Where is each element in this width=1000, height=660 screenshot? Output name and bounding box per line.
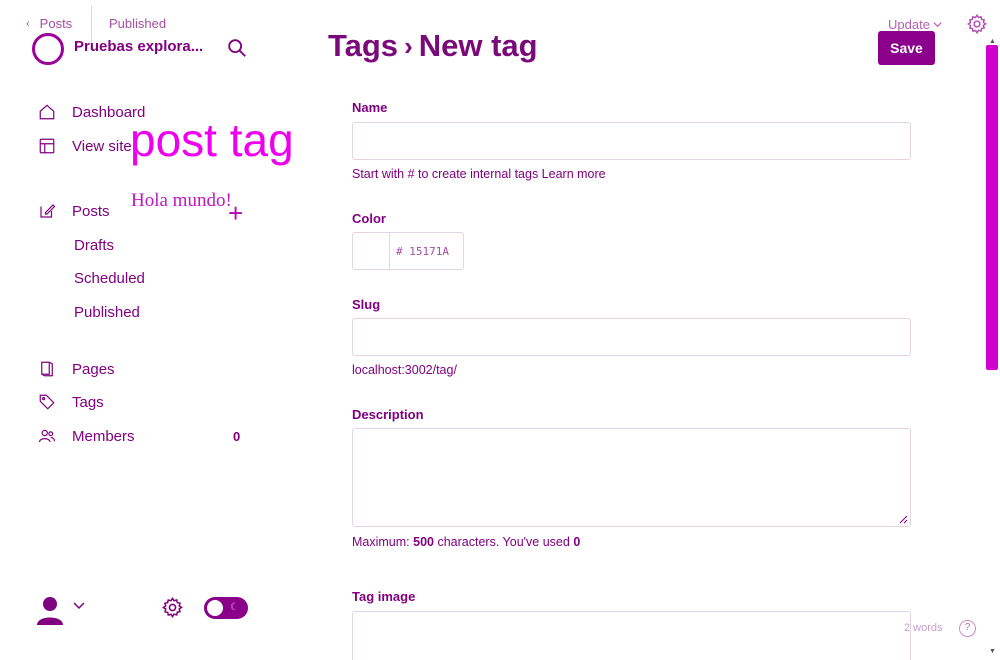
sidebar-item-members[interactable]: Members (38, 427, 135, 445)
desc-hint-prefix: Maximum: (352, 535, 410, 549)
update-dropdown[interactable]: Update (888, 17, 942, 32)
color-field[interactable]: # 15171A (352, 232, 464, 270)
home-icon (39, 104, 55, 120)
name-input[interactable] (352, 122, 911, 160)
published-status-link[interactable]: Published (109, 16, 166, 31)
sidebar-item-scheduled[interactable]: Scheduled (74, 270, 145, 287)
description-label: Description (352, 407, 424, 422)
edit-icon (40, 204, 56, 218)
toggle-knob (207, 600, 223, 616)
help-icon[interactable]: ? (959, 620, 976, 637)
sidebar-item-label: Posts (72, 202, 110, 220)
color-label: Color (352, 211, 386, 226)
update-label: Update (888, 17, 930, 32)
slug-input[interactable] (352, 318, 911, 356)
chevron-left-icon: ‹ (26, 17, 30, 30)
chevron-down-icon[interactable] (72, 598, 86, 612)
description-hint: Maximum: 500 characters. You've used 0 (352, 535, 580, 549)
page-icon (41, 361, 53, 377)
scroll-down-arrow-icon[interactable]: ▼ (989, 648, 996, 655)
settings-gear-icon[interactable] (161, 596, 184, 619)
hola-mundo-overlay-label: Hola mundo! (131, 190, 232, 211)
sidebar-item-label: Members (72, 427, 135, 445)
layout-icon (39, 138, 55, 154)
back-to-posts-link[interactable]: ‹ Posts (26, 16, 72, 31)
name-label: Name (352, 100, 388, 115)
color-hex: 15171A (409, 245, 449, 258)
site-logo[interactable] (32, 33, 64, 65)
scroll-up-arrow-icon[interactable]: ▲ (989, 38, 996, 45)
sidebar-item-tags[interactable]: Tags (38, 393, 104, 411)
slug-hint: localhost:3002/tag/ (352, 363, 457, 377)
chevron-down-icon (933, 22, 942, 28)
save-button[interactable]: Save (878, 31, 935, 65)
slug-label: Slug (352, 297, 381, 312)
breadcrumb-tags-link[interactable]: Tags (328, 28, 398, 64)
page-title: New tag (418, 28, 538, 63)
tag-icon (39, 394, 55, 410)
word-count: 2 words (904, 622, 943, 634)
moon-icon: ☾ (230, 602, 239, 613)
sidebar-item-label: Tags (72, 393, 104, 411)
sidebar-item-drafts[interactable]: Drafts (74, 237, 114, 254)
post-tag-overlay-label: post tag (130, 114, 294, 166)
desc-max: 500 (413, 535, 434, 549)
sidebar-item-pages[interactable]: Pages (38, 360, 115, 378)
resize-handle-icon[interactable] (899, 515, 908, 524)
color-value[interactable]: # 15171A (396, 245, 449, 258)
members-count-badge: 0 (233, 429, 241, 444)
members-icon (38, 429, 56, 443)
desc-hint-mid: characters. You've used (437, 535, 570, 549)
user-avatar-icon[interactable] (36, 595, 64, 625)
description-textarea[interactable] (352, 428, 911, 527)
scrollbar-thumb[interactable] (986, 45, 998, 370)
dark-mode-toggle[interactable]: ☾ (204, 597, 248, 619)
breadcrumb-separator: › (404, 30, 413, 61)
back-posts-label: Posts (39, 16, 73, 31)
tag-image-label: Tag image (352, 589, 416, 604)
desc-used: 0 (573, 535, 581, 549)
search-icon[interactable] (226, 37, 248, 59)
sidebar-item-view-site[interactable]: View site (38, 137, 132, 155)
settings-gear-icon[interactable] (966, 13, 988, 35)
name-hint: Start with # to create internal tags Lea… (352, 167, 606, 181)
breadcrumb: Tags › New tag (328, 28, 538, 64)
sidebar-item-label: View site (72, 137, 132, 155)
sidebar-item-posts[interactable]: Posts (38, 202, 110, 220)
site-name[interactable]: Pruebas explora... (74, 38, 203, 55)
sidebar-item-label: Pages (72, 360, 115, 378)
sidebar-item-published[interactable]: Published (74, 304, 140, 321)
tag-image-upload[interactable] (352, 611, 911, 660)
color-hash: # (396, 245, 403, 258)
color-swatch[interactable] (353, 233, 390, 269)
